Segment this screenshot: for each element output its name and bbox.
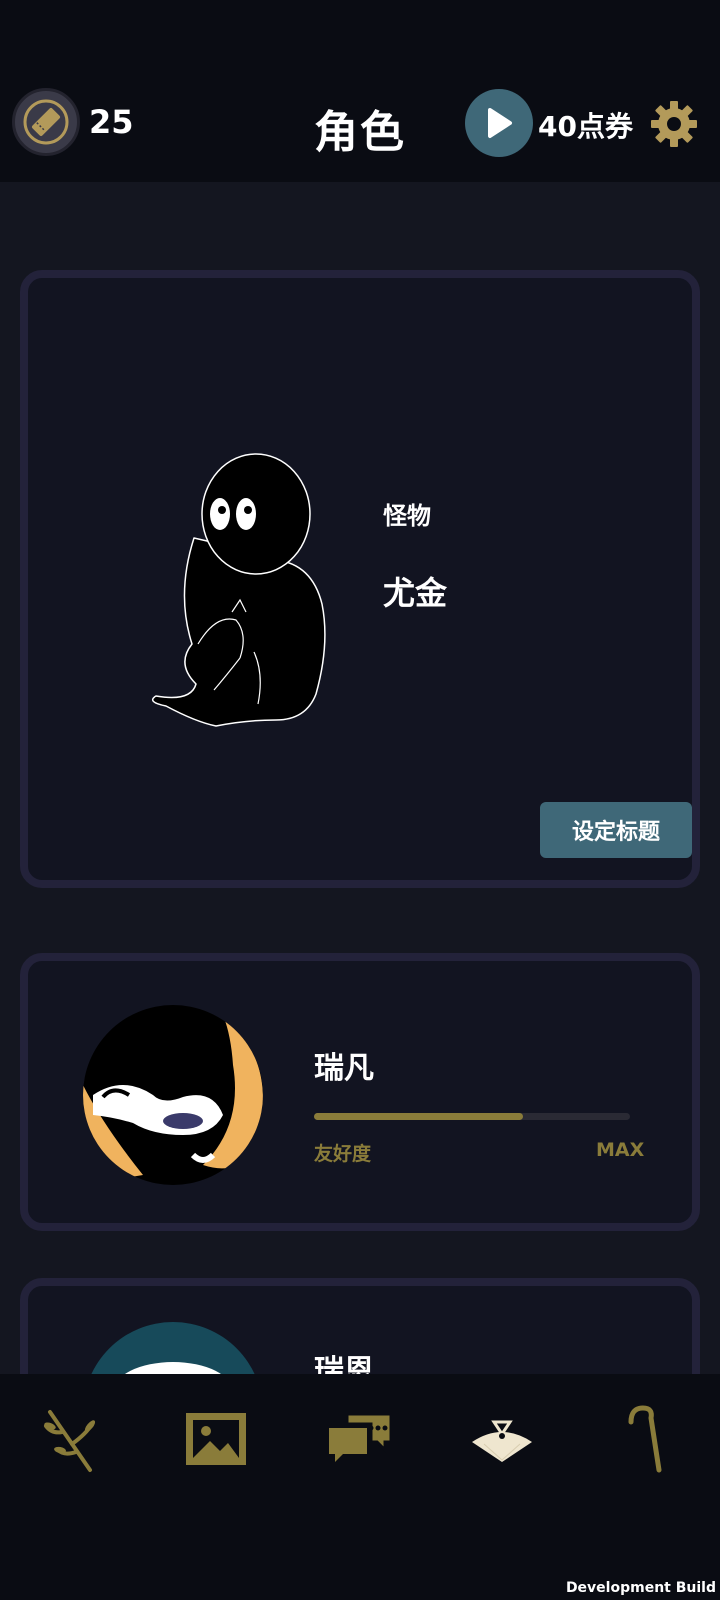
nav-branch[interactable] — [32, 1404, 112, 1474]
gallery-icon — [186, 1413, 246, 1465]
featured-character-card: 怪物 尤金 设定标题 — [20, 270, 700, 888]
watch-ad-button[interactable] — [465, 89, 533, 157]
character-avatar — [83, 1005, 263, 1185]
play-icon — [488, 108, 512, 138]
character-name: 尤金 — [383, 574, 448, 612]
affinity-status: MAX — [596, 1139, 645, 1161]
cane-icon — [628, 1405, 662, 1473]
nav-gallery[interactable] — [176, 1404, 256, 1474]
set-title-button[interactable]: 设定标题 — [540, 802, 692, 858]
nav-messages[interactable] — [320, 1404, 400, 1474]
fan-icon — [472, 1420, 532, 1462]
gear-icon[interactable] — [649, 99, 699, 149]
top-bar: 25 角色 40点券 — [0, 0, 720, 182]
affinity-label: 友好度 — [314, 1143, 372, 1165]
character-type-label: 怪物 — [383, 502, 431, 530]
chat-icon — [329, 1412, 393, 1462]
affinity-bar-fill — [314, 1113, 523, 1120]
bottom-navigation: Development Build — [0, 1374, 720, 1600]
character-card[interactable]: 瑞凡 友好度 MAX — [20, 953, 700, 1231]
affinity-bar — [314, 1113, 630, 1120]
character-card-name: 瑞凡 — [314, 1051, 374, 1086]
nav-characters[interactable] — [462, 1404, 542, 1474]
points-reward-label: 40点券 — [538, 110, 633, 143]
branch-icon — [44, 1410, 96, 1472]
development-build-label: Development Build — [565, 1580, 716, 1596]
character-portrait — [151, 453, 326, 727]
nav-cane[interactable] — [606, 1404, 686, 1474]
